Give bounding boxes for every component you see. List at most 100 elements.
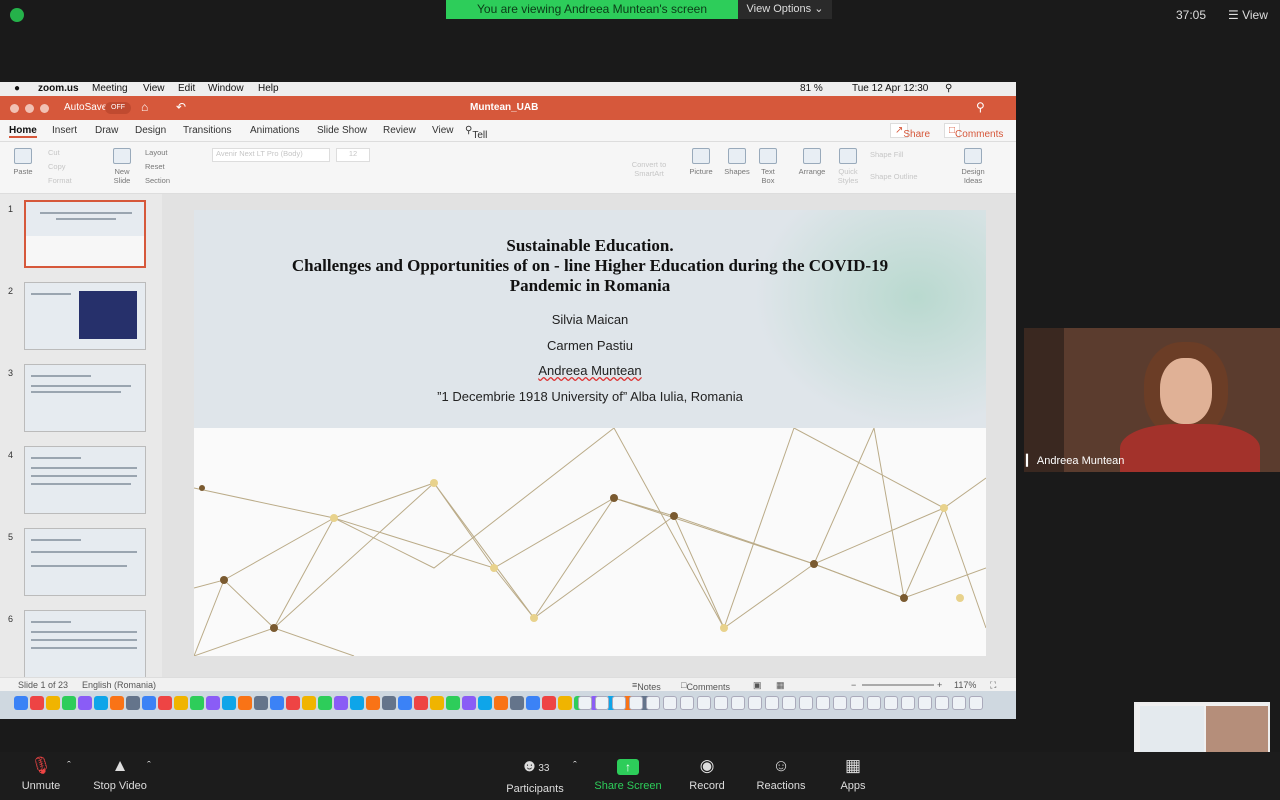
dock-window-icon[interactable]: [799, 696, 813, 710]
language-status[interactable]: English (Romania): [82, 680, 156, 690]
dock-app-icon[interactable]: [510, 696, 524, 710]
dock-window-icon[interactable]: [748, 696, 762, 710]
slide-thumbnail-5[interactable]: [24, 528, 146, 596]
dock-window-icon[interactable]: [697, 696, 711, 710]
author-1[interactable]: Silvia Maican: [194, 312, 986, 327]
picture-button[interactable]: Picture: [686, 148, 716, 176]
dock-app-icon[interactable]: [46, 696, 60, 710]
current-slide[interactable]: Sustainable Education. Challenges and Op…: [194, 210, 986, 656]
dock-window-icon[interactable]: [867, 696, 881, 710]
dock-app-icon[interactable]: [174, 696, 188, 710]
dock-window-icon[interactable]: [612, 696, 626, 710]
video-options-chevron[interactable]: ˆ: [142, 752, 156, 800]
dock-app-icon[interactable]: [30, 696, 44, 710]
zoom-slider[interactable]: [862, 684, 934, 686]
normal-view-icon[interactable]: ▣: [753, 680, 762, 691]
new-slide-button[interactable]: New Slide: [108, 148, 136, 185]
sorter-view-icon[interactable]: ▦: [776, 680, 785, 691]
share-screen-button[interactable]: ↑ Share Screen: [592, 752, 664, 800]
affiliation[interactable]: ”1 Decembrie 1918 University of” Alba Iu…: [194, 389, 986, 404]
dock-window-icon[interactable]: [918, 696, 932, 710]
dock-app-icon[interactable]: [78, 696, 92, 710]
dock-app-icon[interactable]: [462, 696, 476, 710]
dock-window-icon[interactable]: [850, 696, 864, 710]
menu-window[interactable]: Window: [208, 83, 244, 94]
tab-insert[interactable]: Insert: [52, 125, 77, 136]
slide-title[interactable]: Sustainable Education. Challenges and Op…: [194, 236, 986, 296]
paste-button[interactable]: Paste: [8, 148, 38, 176]
dock-app-icon[interactable]: [478, 696, 492, 710]
dock-app-icon[interactable]: [126, 696, 140, 710]
dock-app-icon[interactable]: [382, 696, 396, 710]
menu-meeting[interactable]: Meeting: [92, 83, 128, 94]
text-box-button[interactable]: Text Box: [756, 148, 780, 185]
layout-button[interactable]: Layout: [145, 148, 168, 157]
dock-app-icon[interactable]: [366, 696, 380, 710]
dock-window-icon[interactable]: [765, 696, 779, 710]
participants-button[interactable]: ☻33 Participants: [502, 752, 568, 800]
menu-app[interactable]: zoom.us: [38, 83, 79, 94]
dock-window-icon[interactable]: [629, 696, 643, 710]
dock-app-icon[interactable]: [158, 696, 172, 710]
audio-options-chevron[interactable]: ˆ: [62, 752, 76, 800]
dock-app-icon[interactable]: [414, 696, 428, 710]
arrange-button[interactable]: Arrange: [796, 148, 828, 176]
shield-icon[interactable]: [10, 8, 24, 22]
format-painter-button[interactable]: Format: [48, 176, 72, 185]
dock-window-icon[interactable]: [833, 696, 847, 710]
tab-slide-show[interactable]: Slide Show: [317, 125, 367, 136]
comments-button[interactable]: □ Comments: [944, 123, 1003, 140]
author-2[interactable]: Carmen Pastiu: [194, 338, 986, 353]
slide-thumbnail-2[interactable]: [24, 282, 146, 350]
tab-animations[interactable]: Animations: [250, 125, 299, 136]
dock-window-icon[interactable]: [578, 696, 592, 710]
dock-app-icon[interactable]: [318, 696, 332, 710]
view-button[interactable]: ☰ View: [1228, 8, 1268, 22]
dock-app-icon[interactable]: [430, 696, 444, 710]
tab-draw[interactable]: Draw: [95, 125, 118, 136]
participant-video[interactable]: [1024, 328, 1280, 472]
dock-window-icon[interactable]: [952, 696, 966, 710]
tab-transitions[interactable]: Transitions: [183, 125, 232, 136]
dock-window-icon[interactable]: [884, 696, 898, 710]
font-size-select[interactable]: 12: [336, 148, 370, 162]
minimize-window-icon[interactable]: [25, 104, 34, 113]
dock-app-icon[interactable]: [398, 696, 412, 710]
zoom-in-icon[interactable]: +: [937, 680, 942, 690]
comments-status-button[interactable]: □ Comments: [681, 680, 730, 692]
menu-view[interactable]: View: [143, 83, 165, 94]
author-3[interactable]: Andreea Muntean: [194, 363, 986, 378]
convert-smartart-button[interactable]: Convert to SmartArt: [626, 160, 672, 178]
slide-editor[interactable]: Sustainable Education. Challenges and Op…: [162, 194, 1016, 677]
dock-app-icon[interactable]: [222, 696, 236, 710]
home-icon[interactable]: ⌂: [141, 100, 148, 114]
record-button[interactable]: ◉ Record: [684, 752, 730, 800]
share-button[interactable]: ↗ Share: [890, 123, 930, 140]
dock-window-icon[interactable]: [935, 696, 949, 710]
dock-app-icon[interactable]: [142, 696, 156, 710]
dock-app-icon[interactable]: [110, 696, 124, 710]
dock-window-icon[interactable]: [595, 696, 609, 710]
dock-app-icon[interactable]: [238, 696, 252, 710]
dock-window-icon[interactable]: [816, 696, 830, 710]
shape-fill-button[interactable]: Shape Fill: [870, 150, 903, 159]
dock-app-icon[interactable]: [14, 696, 28, 710]
shape-outline-button[interactable]: Shape Outline: [870, 172, 918, 181]
tab-home[interactable]: Home: [9, 125, 37, 138]
dock-app-icon[interactable]: [558, 696, 572, 710]
tell-me-field[interactable]: ⚲ Tell me: [465, 125, 487, 152]
cut-button[interactable]: Cut: [48, 148, 60, 157]
reactions-button[interactable]: ☺ Reactions: [752, 752, 810, 800]
fit-slide-icon[interactable]: ⛶: [990, 680, 996, 691]
dock-app-icon[interactable]: [206, 696, 220, 710]
dock-app-icon[interactable]: [350, 696, 364, 710]
slide-thumbnail-1[interactable]: [24, 200, 146, 268]
close-window-icon[interactable]: [10, 104, 19, 113]
tab-view[interactable]: View: [432, 125, 454, 136]
zoom-window-icon[interactable]: [40, 104, 49, 113]
dock-app-icon[interactable]: [270, 696, 284, 710]
search-icon[interactable]: ⚲: [945, 83, 952, 94]
dock-app-icon[interactable]: [526, 696, 540, 710]
dock-app-icon[interactable]: [494, 696, 508, 710]
autosave-toggle[interactable]: OFF: [105, 102, 131, 114]
